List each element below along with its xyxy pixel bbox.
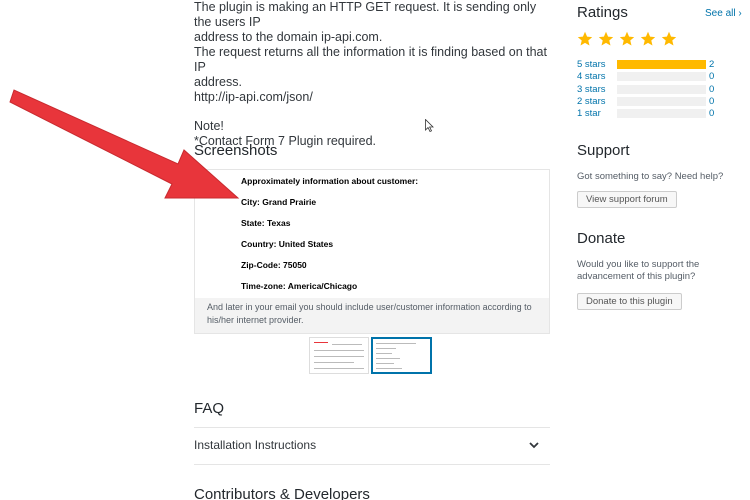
rating-bar: [617, 97, 706, 106]
rating-bar-fill: [617, 60, 706, 69]
support-heading: Support: [577, 142, 630, 159]
rating-row-1[interactable]: 1 star 0: [577, 108, 717, 120]
donate-text-line: Would you like to support the: [577, 259, 700, 270]
rating-row-2[interactable]: 2 stars 0: [577, 96, 717, 108]
divider: [194, 464, 550, 465]
rating-label[interactable]: 4 stars: [577, 71, 606, 82]
rating-label[interactable]: 5 stars: [577, 59, 606, 70]
star-icon: [640, 31, 656, 46]
contributors-heading: Contributors & Developers: [194, 486, 370, 500]
screenshot-text: City: Grand Prairie: [241, 197, 317, 207]
screenshot-caption: And later in your email you should inclu…: [195, 298, 549, 333]
see-all-link[interactable]: See all ›: [705, 8, 742, 19]
average-rating-stars: [577, 31, 677, 52]
screenshot-text: Country: United States: [241, 239, 334, 249]
view-support-forum-button[interactable]: View support forum: [577, 191, 677, 208]
mouse-cursor-icon: [425, 119, 434, 132]
rating-label[interactable]: 3 stars: [577, 84, 606, 95]
star-icon: [598, 31, 614, 46]
screenshot-text: Time-zone: America/Chicago: [241, 281, 358, 291]
screenshot-text: Approximately information about customer…: [241, 176, 419, 186]
rating-row-3[interactable]: 3 stars 0: [577, 84, 717, 96]
see-all-label[interactable]: See all: [705, 8, 736, 19]
annotation-arrow-icon: [9, 89, 240, 199]
support-text: Got something to say? Need help?: [577, 171, 724, 182]
ratings-heading: Ratings: [577, 4, 628, 21]
rating-count: 0: [709, 96, 715, 107]
screenshot-text: Zip-Code: 75050: [241, 260, 307, 270]
rating-label[interactable]: 2 stars: [577, 96, 606, 107]
rating-row-5[interactable]: 5 stars 2: [577, 59, 717, 71]
divider: [194, 427, 550, 428]
rating-count: 0: [709, 84, 715, 95]
star-icon: [577, 31, 593, 46]
faq-heading: FAQ: [194, 400, 225, 417]
description-line: address to the domain ip-api.com.: [194, 30, 383, 44]
rating-bar: [617, 60, 706, 69]
rating-row-4[interactable]: 4 stars 0: [577, 71, 717, 83]
faq-item-installation[interactable]: Installation Instructions: [194, 438, 550, 452]
rating-bar: [617, 72, 706, 81]
screenshot-thumbnail-1[interactable]: [309, 337, 369, 374]
rating-label[interactable]: 1 star: [577, 108, 601, 119]
rating-count: 0: [709, 71, 715, 82]
donate-text-line: advancement of this plugin?: [577, 271, 696, 282]
donate-heading: Donate: [577, 230, 626, 247]
screenshot-thumbnail-2[interactable]: [371, 337, 432, 374]
rating-count: 2: [709, 59, 715, 70]
rating-bar: [617, 85, 706, 94]
description-line: The request returns all the information …: [194, 45, 547, 74]
rating-bar: [617, 109, 706, 118]
rating-count: 0: [709, 108, 715, 119]
description-line: The plugin is making an HTTP GET request…: [194, 0, 537, 29]
star-icon: [619, 31, 635, 46]
chevron-down-icon[interactable]: [528, 439, 540, 451]
star-icon: [661, 31, 677, 46]
chevron-right-icon: ›: [738, 8, 742, 19]
donate-button[interactable]: Donate to this plugin: [577, 293, 682, 310]
